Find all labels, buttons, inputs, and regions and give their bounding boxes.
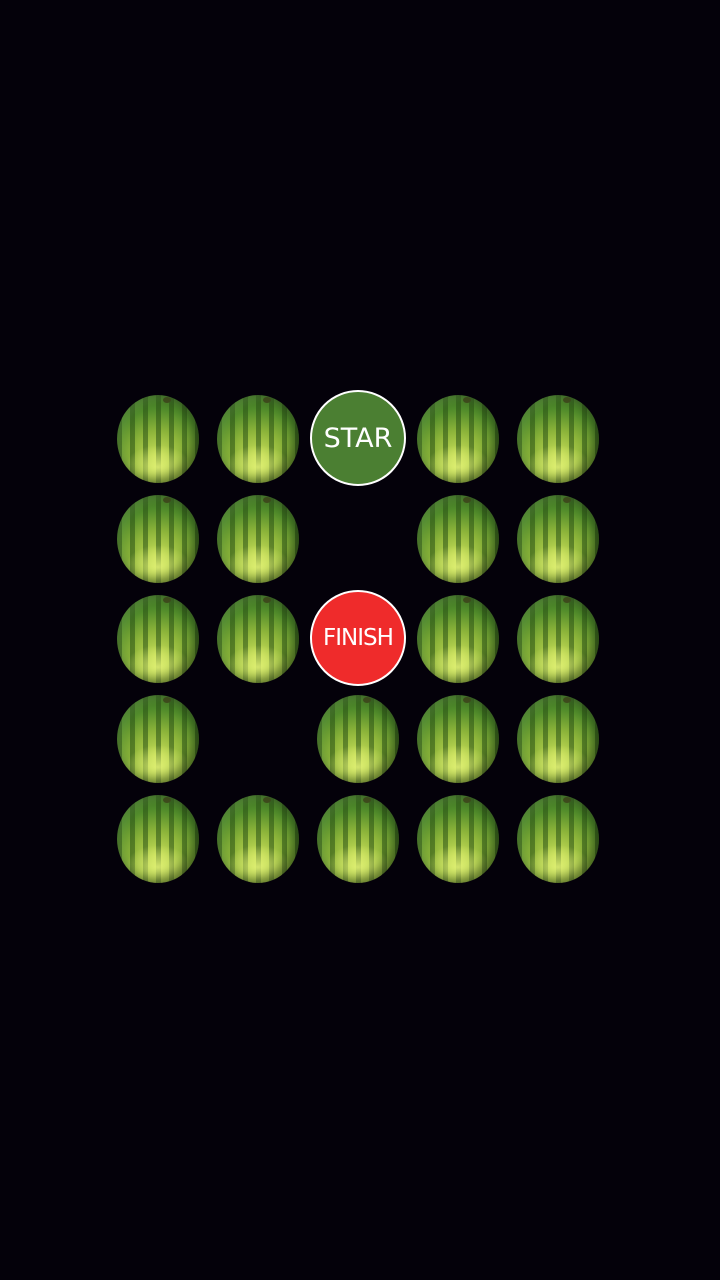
watermelon-icon[interactable] bbox=[217, 595, 299, 683]
watermelon-stem bbox=[163, 797, 171, 803]
watermelon-icon[interactable] bbox=[217, 795, 299, 883]
watermelon-stem bbox=[163, 597, 171, 603]
board-cell[interactable] bbox=[408, 790, 508, 890]
watermelon-icon[interactable] bbox=[517, 395, 599, 483]
board-cell[interactable] bbox=[408, 390, 508, 490]
game-board: STAR FINISH bbox=[108, 390, 608, 890]
board-cell[interactable] bbox=[208, 790, 308, 890]
watermelon-stem bbox=[263, 797, 271, 803]
board-cell[interactable] bbox=[308, 690, 408, 790]
empty-cell[interactable] bbox=[208, 690, 308, 790]
watermelon-stem bbox=[463, 497, 471, 503]
watermelon-icon[interactable] bbox=[417, 795, 499, 883]
watermelon-icon[interactable] bbox=[117, 395, 199, 483]
watermelon-icon[interactable] bbox=[217, 395, 299, 483]
board-cell[interactable] bbox=[408, 490, 508, 590]
watermelon-stem bbox=[563, 497, 571, 503]
board-cell[interactable] bbox=[508, 590, 608, 690]
watermelon-icon[interactable] bbox=[417, 495, 499, 583]
board-cell[interactable] bbox=[208, 490, 308, 590]
watermelon-stem bbox=[463, 597, 471, 603]
board-cell[interactable] bbox=[108, 790, 208, 890]
watermelon-icon[interactable] bbox=[517, 495, 599, 583]
watermelon-stem bbox=[163, 497, 171, 503]
watermelon-stem bbox=[463, 697, 471, 703]
watermelon-icon[interactable] bbox=[317, 795, 399, 883]
board-cell[interactable] bbox=[208, 590, 308, 690]
watermelon-icon[interactable] bbox=[117, 595, 199, 683]
watermelon-stem bbox=[563, 697, 571, 703]
empty-cell[interactable] bbox=[308, 490, 408, 590]
board-cell[interactable] bbox=[108, 390, 208, 490]
board-cell[interactable] bbox=[508, 690, 608, 790]
watermelon-stem bbox=[263, 597, 271, 603]
watermelon-stem bbox=[463, 797, 471, 803]
finish-badge[interactable]: FINISH bbox=[310, 590, 406, 686]
board-cell[interactable] bbox=[108, 590, 208, 690]
watermelon-stem bbox=[563, 597, 571, 603]
watermelon-icon[interactable] bbox=[117, 795, 199, 883]
watermelon-stem bbox=[363, 697, 371, 703]
game-screen: STAR FINISH bbox=[0, 0, 720, 1280]
board-cell[interactable] bbox=[108, 490, 208, 590]
watermelon-icon[interactable] bbox=[117, 495, 199, 583]
watermelon-stem bbox=[163, 397, 171, 403]
board-cell[interactable] bbox=[208, 390, 308, 490]
watermelon-icon[interactable] bbox=[317, 695, 399, 783]
watermelon-icon[interactable] bbox=[417, 695, 499, 783]
watermelon-stem bbox=[463, 397, 471, 403]
watermelon-icon[interactable] bbox=[517, 695, 599, 783]
watermelon-stem bbox=[363, 797, 371, 803]
watermelon-stem bbox=[263, 397, 271, 403]
board-cell[interactable] bbox=[108, 690, 208, 790]
board-cell[interactable] bbox=[408, 690, 508, 790]
board-cell[interactable] bbox=[308, 790, 408, 890]
watermelon-stem bbox=[563, 397, 571, 403]
start-badge[interactable]: STAR bbox=[310, 390, 406, 486]
watermelon-icon[interactable] bbox=[417, 595, 499, 683]
board-cell[interactable] bbox=[508, 790, 608, 890]
watermelon-icon[interactable] bbox=[517, 595, 599, 683]
board-cell[interactable]: FINISH bbox=[308, 590, 408, 690]
watermelon-stem bbox=[563, 797, 571, 803]
watermelon-icon[interactable] bbox=[517, 795, 599, 883]
watermelon-stem bbox=[163, 697, 171, 703]
watermelon-icon[interactable] bbox=[217, 495, 299, 583]
watermelon-stem bbox=[263, 497, 271, 503]
watermelon-icon[interactable] bbox=[117, 695, 199, 783]
board-cell[interactable]: STAR bbox=[308, 390, 408, 490]
board-cell[interactable] bbox=[408, 590, 508, 690]
board-cell[interactable] bbox=[508, 490, 608, 590]
watermelon-icon[interactable] bbox=[417, 395, 499, 483]
board-cell[interactable] bbox=[508, 390, 608, 490]
